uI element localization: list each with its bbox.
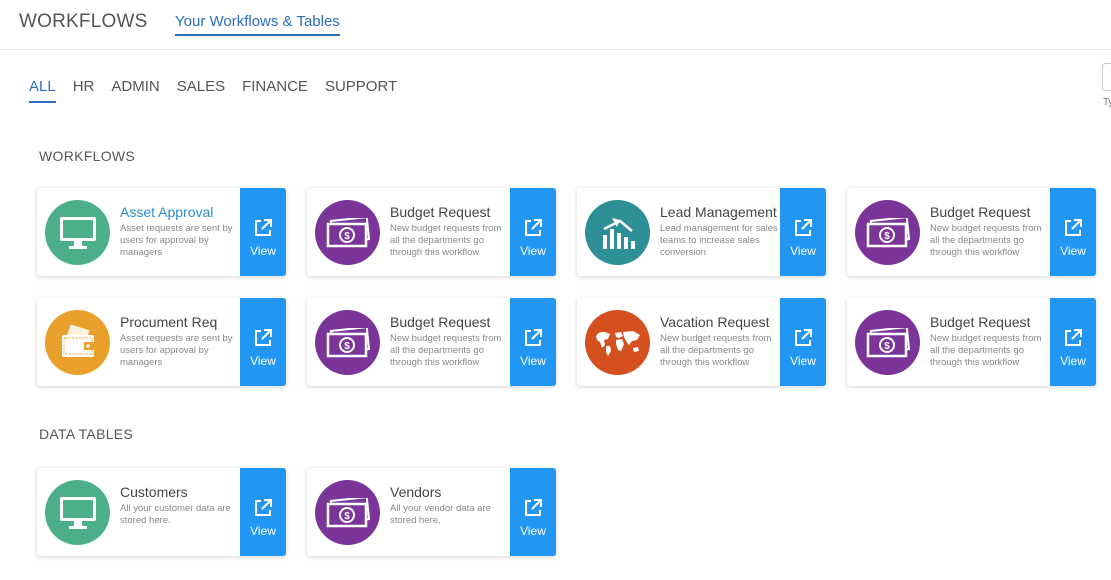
svg-text:$: $ <box>344 341 350 352</box>
external-link-icon <box>795 329 812 346</box>
svg-text:$: $ <box>884 341 890 352</box>
monitor-icon <box>45 480 110 545</box>
filter-support[interactable]: SUPPORT <box>325 78 397 103</box>
workflow-description: New budget requests from all the departm… <box>930 223 1042 258</box>
workflow-card-budget-request: $ Budget Request New budget requests fro… <box>847 188 1096 276</box>
view-label: View <box>520 244 546 258</box>
external-link-icon <box>255 219 272 236</box>
view-button[interactable]: View <box>1050 188 1096 276</box>
filter-hr[interactable]: HR <box>73 78 95 103</box>
workflow-description: Asset requests are sent by users for app… <box>120 223 233 258</box>
data-tables-section-title: DATA TABLES <box>39 426 134 442</box>
data-table-card-vendors: $ Vendors All your vendor data are store… <box>307 468 556 556</box>
data-table-description: All your vendor data are stored here. <box>390 503 491 526</box>
category-filters: ALL HR ADMIN SALES FINANCE SUPPORT <box>29 78 414 103</box>
workflow-card-lead-management: Lead Management Lead management for sale… <box>577 188 826 276</box>
data-table-description: All your customer data are stored here. <box>120 503 231 526</box>
view-button[interactable]: View <box>240 468 286 556</box>
workflow-description: New budget requests from all the departm… <box>390 333 502 368</box>
external-link-icon <box>1065 329 1082 346</box>
filter-finance[interactable]: FINANCE <box>242 78 308 103</box>
filter-admin[interactable]: ADMIN <box>111 78 159 103</box>
view-label: View <box>790 354 816 368</box>
data-table-title[interactable]: Vendors <box>390 484 441 500</box>
chart-icon <box>585 200 650 265</box>
view-label: View <box>1060 244 1086 258</box>
type-filter-input[interactable] <box>1102 63 1111 91</box>
workflow-title[interactable]: Lead Management <box>660 204 777 220</box>
external-link-icon <box>795 219 812 236</box>
tab-your-workflows-tables[interactable]: Your Workflows & Tables <box>175 13 340 36</box>
workflow-card-vacation-request: Vacation Request New budget requests fro… <box>577 298 826 386</box>
world-map-icon <box>585 310 650 375</box>
workflow-title[interactable]: Vacation Request <box>660 314 769 330</box>
money-icon: $ <box>855 310 920 375</box>
view-label: View <box>250 524 276 538</box>
external-link-icon <box>255 499 272 516</box>
external-link-icon <box>525 499 542 516</box>
type-filter-label: Ty <box>1103 97 1111 108</box>
svg-text:$: $ <box>884 231 890 242</box>
money-icon: $ <box>315 200 380 265</box>
view-button[interactable]: View <box>510 468 556 556</box>
view-label: View <box>250 354 276 368</box>
money-icon: $ <box>855 200 920 265</box>
filter-sales[interactable]: SALES <box>177 78 225 103</box>
workflow-card-procument-req: Procument Req Asset requests are sent by… <box>37 298 286 386</box>
svg-text:$: $ <box>344 231 350 242</box>
external-link-icon <box>525 329 542 346</box>
view-button[interactable]: View <box>780 298 826 386</box>
view-label: View <box>520 524 546 538</box>
external-link-icon <box>1065 219 1082 236</box>
workflow-title[interactable]: Asset Approval <box>120 204 213 220</box>
workflow-title[interactable]: Budget Request <box>390 204 490 220</box>
view-button[interactable]: View <box>510 298 556 386</box>
workflow-description: Asset requests are sent by users for app… <box>120 333 233 368</box>
workflow-title[interactable]: Procument Req <box>120 314 217 330</box>
view-label: View <box>1060 354 1086 368</box>
view-label: View <box>520 354 546 368</box>
workflow-card-budget-request: $ Budget Request New budget requests fro… <box>307 298 556 386</box>
view-button[interactable]: View <box>780 188 826 276</box>
top-bar: WORKFLOWS Your Workflows & Tables <box>0 0 1111 50</box>
workflow-title[interactable]: Budget Request <box>930 204 1030 220</box>
workflow-title[interactable]: Budget Request <box>390 314 490 330</box>
external-link-icon <box>525 219 542 236</box>
workflow-title[interactable]: Budget Request <box>930 314 1030 330</box>
view-button[interactable]: View <box>240 298 286 386</box>
money-icon: $ <box>315 480 380 545</box>
data-table-card-customers: Customers All your customer data are sto… <box>37 468 286 556</box>
workflow-description: New budget requests from all the departm… <box>390 223 502 258</box>
workflow-description: New budget requests from all the departm… <box>660 333 772 368</box>
svg-text:$: $ <box>344 511 350 522</box>
filter-all[interactable]: ALL <box>29 78 56 103</box>
view-label: View <box>250 244 276 258</box>
view-button[interactable]: View <box>1050 298 1096 386</box>
workflow-card-asset-approval: Asset Approval Asset requests are sent b… <box>37 188 286 276</box>
monitor-icon <box>45 200 110 265</box>
external-link-icon <box>255 329 272 346</box>
data-table-title[interactable]: Customers <box>120 484 188 500</box>
workflow-description: New budget requests from all the departm… <box>930 333 1042 368</box>
app-title: WORKFLOWS <box>19 11 148 32</box>
workflow-card-budget-request: $ Budget Request New budget requests fro… <box>847 298 1096 386</box>
view-label: View <box>790 244 816 258</box>
view-button[interactable]: View <box>510 188 556 276</box>
money-icon: $ <box>315 310 380 375</box>
workflow-description: Lead management for sales teams to incre… <box>660 223 778 258</box>
workflow-card-budget-request: $ Budget Request New budget requests fro… <box>307 188 556 276</box>
view-button[interactable]: View <box>240 188 286 276</box>
workflows-section-title: WORKFLOWS <box>39 148 136 164</box>
wallet-icon <box>45 310 110 375</box>
